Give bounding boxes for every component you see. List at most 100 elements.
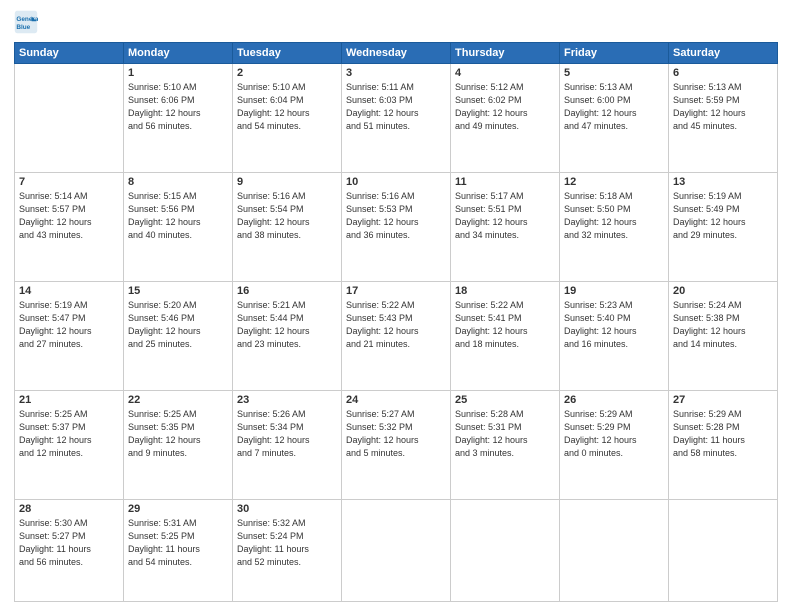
day-info: Sunrise: 5:16 AM Sunset: 5:54 PM Dayligh… (237, 190, 337, 242)
day-info: Sunrise: 5:13 AM Sunset: 6:00 PM Dayligh… (564, 81, 664, 133)
day-info: Sunrise: 5:12 AM Sunset: 6:02 PM Dayligh… (455, 81, 555, 133)
calendar-day-cell: 17 Sunrise: 5:22 AM Sunset: 5:43 PM Dayli… (342, 281, 451, 390)
day-info: Sunrise: 5:27 AM Sunset: 5:32 PM Dayligh… (346, 408, 446, 460)
day-info: Sunrise: 5:10 AM Sunset: 6:04 PM Dayligh… (237, 81, 337, 133)
day-number: 6 (673, 67, 773, 79)
day-number: 26 (564, 394, 664, 406)
calendar-week-row: 1Sunrise: 5:10 AM Sunset: 6:06 PM Daylig… (15, 64, 778, 173)
day-info: Sunrise: 5:21 AM Sunset: 5:44 PM Dayligh… (237, 299, 337, 351)
header: General Blue (14, 10, 778, 34)
calendar-day-cell: 16 Sunrise: 5:21 AM Sunset: 5:44 PM Dayli… (233, 281, 342, 390)
calendar-week-row: 14 Sunrise: 5:19 AM Sunset: 5:47 PM Dayli… (15, 281, 778, 390)
day-number: 17 (346, 285, 446, 297)
day-number: 16 (237, 285, 337, 297)
calendar-header-cell: Thursday (451, 43, 560, 64)
day-number: 12 (564, 176, 664, 188)
calendar-day-cell: 24 Sunrise: 5:27 AM Sunset: 5:32 PM Dayli… (342, 390, 451, 499)
calendar-day-cell: 25 Sunrise: 5:28 AM Sunset: 5:31 PM Dayli… (451, 390, 560, 499)
calendar-day-cell: 2 Sunrise: 5:10 AM Sunset: 6:04 PM Daylig… (233, 64, 342, 173)
calendar-header-cell: Saturday (669, 43, 778, 64)
calendar-day-cell: 6 Sunrise: 5:13 AM Sunset: 5:59 PM Daylig… (669, 64, 778, 173)
calendar-day-cell: 15 Sunrise: 5:20 AM Sunset: 5:46 PM Dayli… (124, 281, 233, 390)
day-number: 24 (346, 394, 446, 406)
calendar-table: SundayMondayTuesdayWednesdayThursdayFrid… (14, 42, 778, 602)
day-number: 7 (19, 176, 119, 188)
day-number: 28 (19, 503, 119, 515)
calendar-week-row: 28Sunrise: 5:30 AM Sunset: 5:27 PM Dayli… (15, 499, 778, 601)
calendar-day-cell: 9Sunrise: 5:16 AM Sunset: 5:54 PM Daylig… (233, 172, 342, 281)
calendar-header-row: SundayMondayTuesdayWednesdayThursdayFrid… (15, 43, 778, 64)
day-number: 20 (673, 285, 773, 297)
calendar-body: 1Sunrise: 5:10 AM Sunset: 6:06 PM Daylig… (15, 64, 778, 602)
day-info: Sunrise: 5:23 AM Sunset: 5:40 PM Dayligh… (564, 299, 664, 351)
day-number: 8 (128, 176, 228, 188)
day-number: 3 (346, 67, 446, 79)
day-info: Sunrise: 5:32 AM Sunset: 5:24 PM Dayligh… (237, 517, 337, 569)
day-info: Sunrise: 5:31 AM Sunset: 5:25 PM Dayligh… (128, 517, 228, 569)
day-number: 18 (455, 285, 555, 297)
calendar-header-cell: Sunday (15, 43, 124, 64)
calendar-week-row: 21 Sunrise: 5:25 AM Sunset: 5:37 PM Dayli… (15, 390, 778, 499)
calendar-day-cell: 13 Sunrise: 5:19 AM Sunset: 5:49 PM Dayli… (669, 172, 778, 281)
calendar-day-cell: 8 Sunrise: 5:15 AM Sunset: 5:56 PM Daylig… (124, 172, 233, 281)
calendar-day-cell: 1Sunrise: 5:10 AM Sunset: 6:06 PM Daylig… (124, 64, 233, 173)
calendar-day-cell: 12 Sunrise: 5:18 AM Sunset: 5:50 PM Dayli… (560, 172, 669, 281)
logo: General Blue (14, 10, 42, 34)
day-info: Sunrise: 5:14 AM Sunset: 5:57 PM Dayligh… (19, 190, 119, 242)
day-number: 27 (673, 394, 773, 406)
calendar-day-cell: 10 Sunrise: 5:16 AM Sunset: 5:53 PM Dayli… (342, 172, 451, 281)
day-info: Sunrise: 5:28 AM Sunset: 5:31 PM Dayligh… (455, 408, 555, 460)
day-info: Sunrise: 5:26 AM Sunset: 5:34 PM Dayligh… (237, 408, 337, 460)
calendar-day-cell: 5 Sunrise: 5:13 AM Sunset: 6:00 PM Daylig… (560, 64, 669, 173)
day-number: 14 (19, 285, 119, 297)
calendar-day-cell (669, 499, 778, 601)
day-number: 29 (128, 503, 228, 515)
calendar-header-cell: Tuesday (233, 43, 342, 64)
day-number: 19 (564, 285, 664, 297)
day-info: Sunrise: 5:16 AM Sunset: 5:53 PM Dayligh… (346, 190, 446, 242)
calendar-day-cell: 18 Sunrise: 5:22 AM Sunset: 5:41 PM Dayli… (451, 281, 560, 390)
day-number: 10 (346, 176, 446, 188)
day-number: 22 (128, 394, 228, 406)
day-info: Sunrise: 5:17 AM Sunset: 5:51 PM Dayligh… (455, 190, 555, 242)
day-info: Sunrise: 5:24 AM Sunset: 5:38 PM Dayligh… (673, 299, 773, 351)
day-info: Sunrise: 5:10 AM Sunset: 6:06 PM Dayligh… (128, 81, 228, 133)
calendar-day-cell: 30 Sunrise: 5:32 AM Sunset: 5:24 PM Dayli… (233, 499, 342, 601)
svg-text:Blue: Blue (16, 24, 30, 31)
calendar-day-cell (15, 64, 124, 173)
day-info: Sunrise: 5:19 AM Sunset: 5:49 PM Dayligh… (673, 190, 773, 242)
calendar-week-row: 7 Sunrise: 5:14 AM Sunset: 5:57 PM Daylig… (15, 172, 778, 281)
day-info: Sunrise: 5:20 AM Sunset: 5:46 PM Dayligh… (128, 299, 228, 351)
day-number: 13 (673, 176, 773, 188)
day-number: 15 (128, 285, 228, 297)
day-info: Sunrise: 5:15 AM Sunset: 5:56 PM Dayligh… (128, 190, 228, 242)
day-info: Sunrise: 5:22 AM Sunset: 5:41 PM Dayligh… (455, 299, 555, 351)
calendar-day-cell: 20 Sunrise: 5:24 AM Sunset: 5:38 PM Dayli… (669, 281, 778, 390)
day-number: 2 (237, 67, 337, 79)
calendar-day-cell: 19 Sunrise: 5:23 AM Sunset: 5:40 PM Dayli… (560, 281, 669, 390)
calendar-day-cell: 27Sunrise: 5:29 AM Sunset: 5:28 PM Dayli… (669, 390, 778, 499)
day-info: Sunrise: 5:18 AM Sunset: 5:50 PM Dayligh… (564, 190, 664, 242)
day-info: Sunrise: 5:19 AM Sunset: 5:47 PM Dayligh… (19, 299, 119, 351)
day-number: 5 (564, 67, 664, 79)
calendar-day-cell: 11Sunrise: 5:17 AM Sunset: 5:51 PM Dayli… (451, 172, 560, 281)
calendar-header-cell: Friday (560, 43, 669, 64)
day-info: Sunrise: 5:13 AM Sunset: 5:59 PM Dayligh… (673, 81, 773, 133)
calendar-day-cell: 14 Sunrise: 5:19 AM Sunset: 5:47 PM Dayli… (15, 281, 124, 390)
calendar-day-cell (342, 499, 451, 601)
day-info: Sunrise: 5:25 AM Sunset: 5:37 PM Dayligh… (19, 408, 119, 460)
day-info: Sunrise: 5:11 AM Sunset: 6:03 PM Dayligh… (346, 81, 446, 133)
calendar-day-cell: 7 Sunrise: 5:14 AM Sunset: 5:57 PM Daylig… (15, 172, 124, 281)
logo-icon: General Blue (14, 10, 38, 34)
calendar-day-cell: 23 Sunrise: 5:26 AM Sunset: 5:34 PM Dayli… (233, 390, 342, 499)
calendar-day-cell: 26Sunrise: 5:29 AM Sunset: 5:29 PM Dayli… (560, 390, 669, 499)
calendar-day-cell: 21 Sunrise: 5:25 AM Sunset: 5:37 PM Dayli… (15, 390, 124, 499)
day-number: 21 (19, 394, 119, 406)
day-info: Sunrise: 5:22 AM Sunset: 5:43 PM Dayligh… (346, 299, 446, 351)
calendar-day-cell: 22Sunrise: 5:25 AM Sunset: 5:35 PM Dayli… (124, 390, 233, 499)
calendar-day-cell: 29 Sunrise: 5:31 AM Sunset: 5:25 PM Dayli… (124, 499, 233, 601)
day-number: 30 (237, 503, 337, 515)
day-number: 23 (237, 394, 337, 406)
calendar-day-cell (560, 499, 669, 601)
day-number: 25 (455, 394, 555, 406)
